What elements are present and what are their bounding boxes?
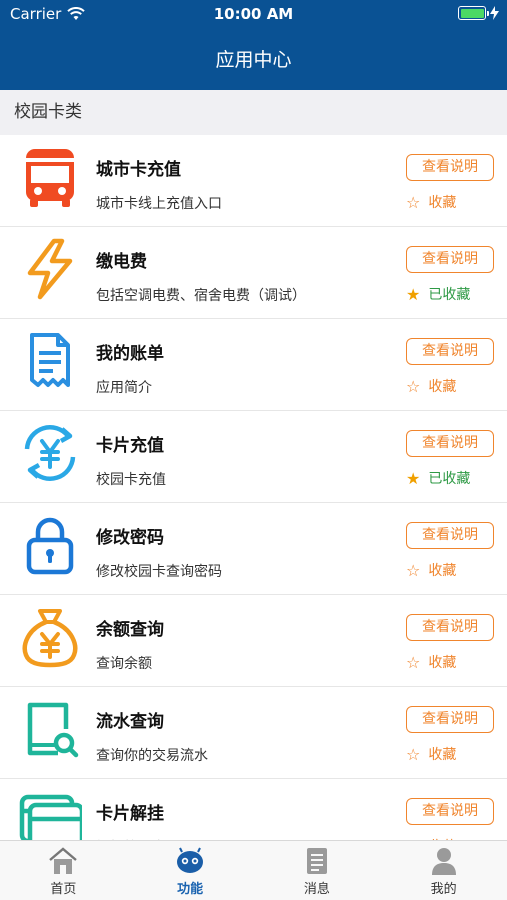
view-instructions-button[interactable]: 查看说明 xyxy=(406,154,494,181)
list-item[interactable]: 余额查询 查询余额 查看说明 ☆ 收藏 xyxy=(0,595,507,687)
view-instructions-button[interactable]: 查看说明 xyxy=(406,706,494,733)
tab-label: 消息 xyxy=(303,882,330,897)
item-title: 流水查询 xyxy=(96,712,164,732)
list-item[interactable]: 修改密码 修改校园卡查询密码 查看说明 ☆ 收藏 xyxy=(0,503,507,595)
list-item[interactable]: 缴电费 包括空调电费、宿舍电费（调试） 查看说明 ★ 已收藏 xyxy=(0,227,507,319)
app-list[interactable]: 城市卡充值 城市卡线上充值入口 查看说明 ☆ 收藏 缴电费 包括空调电费、宿舍电… xyxy=(0,135,507,840)
tab-robot[interactable]: 功能 xyxy=(127,841,254,900)
lightning-icon xyxy=(18,237,82,301)
favorite-label: 收藏 xyxy=(428,379,457,395)
favorite-toggle[interactable]: ★ 已收藏 xyxy=(406,468,470,488)
item-title: 卡片充值 xyxy=(96,436,164,456)
favorite-label: 收藏 xyxy=(428,747,457,763)
favorite-toggle[interactable]: ☆ 收藏 xyxy=(406,652,456,672)
star-outline-icon: ☆ xyxy=(406,652,421,672)
view-instructions-button[interactable]: 查看说明 xyxy=(406,522,494,549)
list-item[interactable]: 我的账单 应用简介 查看说明 ☆ 收藏 xyxy=(0,319,507,411)
bill-icon xyxy=(18,329,82,393)
tab-profile[interactable]: 我的 xyxy=(380,841,507,900)
item-description: 修改校园卡查询密码 xyxy=(96,564,222,580)
view-instructions-button[interactable]: 查看说明 xyxy=(406,430,494,457)
search-book-icon xyxy=(18,697,82,761)
item-title: 缴电费 xyxy=(96,252,147,272)
item-title: 我的账单 xyxy=(96,344,164,364)
battery-indicator xyxy=(458,6,499,20)
section-header: 校园卡类 xyxy=(0,90,507,135)
list-item[interactable]: 卡片解挂 解挂校园卡 查看说明 ☆ 收藏 xyxy=(0,779,507,840)
item-title: 卡片解挂 xyxy=(96,804,164,824)
item-description: 包括空调电费、宿舍电费（调试） xyxy=(96,288,306,304)
item-title: 余额查询 xyxy=(96,620,164,640)
star-filled-icon: ★ xyxy=(406,468,421,488)
favorite-label: 已收藏 xyxy=(428,287,471,303)
item-description: 查询你的交易流水 xyxy=(96,748,208,764)
view-instructions-button[interactable]: 查看说明 xyxy=(406,798,494,825)
list-item[interactable]: 卡片充值 校园卡充值 查看说明 ★ 已收藏 xyxy=(0,411,507,503)
favorite-label: 收藏 xyxy=(428,563,457,579)
view-instructions-button[interactable]: 查看说明 xyxy=(406,614,494,641)
charging-bolt-icon xyxy=(490,6,499,20)
star-outline-icon: ☆ xyxy=(406,560,421,580)
favorite-toggle[interactable]: ☆ 收藏 xyxy=(406,744,456,764)
favorite-label: 收藏 xyxy=(428,195,457,211)
item-description: 校园卡充值 xyxy=(96,472,166,488)
star-filled-icon: ★ xyxy=(406,284,421,304)
message-icon xyxy=(302,846,332,878)
view-instructions-button[interactable]: 查看说明 xyxy=(406,246,494,273)
favorite-toggle[interactable]: ☆ 收藏 xyxy=(406,376,456,396)
item-title: 修改密码 xyxy=(96,528,164,548)
tab-message[interactable]: 消息 xyxy=(254,841,381,900)
money-bag-icon xyxy=(18,605,82,669)
battery-icon xyxy=(458,6,489,20)
list-item[interactable]: 城市卡充值 城市卡线上充值入口 查看说明 ☆ 收藏 xyxy=(0,135,507,227)
view-instructions-button[interactable]: 查看说明 xyxy=(406,338,494,365)
cards-icon xyxy=(18,789,82,840)
favorite-toggle[interactable]: ☆ 收藏 xyxy=(406,192,456,212)
tab-home[interactable]: 首页 xyxy=(0,841,127,900)
tab-label: 功能 xyxy=(177,882,204,897)
list-item[interactable]: 流水查询 查询你的交易流水 查看说明 ☆ 收藏 xyxy=(0,687,507,779)
yuan-refresh-icon xyxy=(18,421,82,485)
lock-icon xyxy=(18,513,82,577)
item-description: 城市卡线上充值入口 xyxy=(96,196,222,212)
favorite-label: 已收藏 xyxy=(428,471,471,487)
status-time: 10:00 AM xyxy=(213,5,294,23)
tab-label: 首页 xyxy=(50,882,77,897)
star-outline-icon: ☆ xyxy=(406,744,421,764)
bus-icon xyxy=(18,145,82,209)
robot-icon xyxy=(175,846,205,878)
home-icon xyxy=(48,846,78,878)
star-outline-icon: ☆ xyxy=(406,376,421,396)
tab-bar: 首页 功能 消息 我的 xyxy=(0,840,507,900)
profile-icon xyxy=(429,846,459,878)
tab-label: 我的 xyxy=(430,882,457,897)
favorite-toggle[interactable]: ☆ 收藏 xyxy=(406,560,456,580)
status-bar: Carrier 10:00 AM xyxy=(0,0,507,28)
favorite-toggle[interactable]: ★ 已收藏 xyxy=(406,284,470,304)
item-description: 应用简介 xyxy=(96,380,152,396)
app-header: Carrier 10:00 AM 应用中心 xyxy=(0,0,507,90)
item-description: 查询余额 xyxy=(96,656,152,672)
star-outline-icon: ☆ xyxy=(406,192,421,212)
page-title: 应用中心 xyxy=(215,49,292,71)
favorite-label: 收藏 xyxy=(428,655,457,671)
item-title: 城市卡充值 xyxy=(96,160,181,180)
